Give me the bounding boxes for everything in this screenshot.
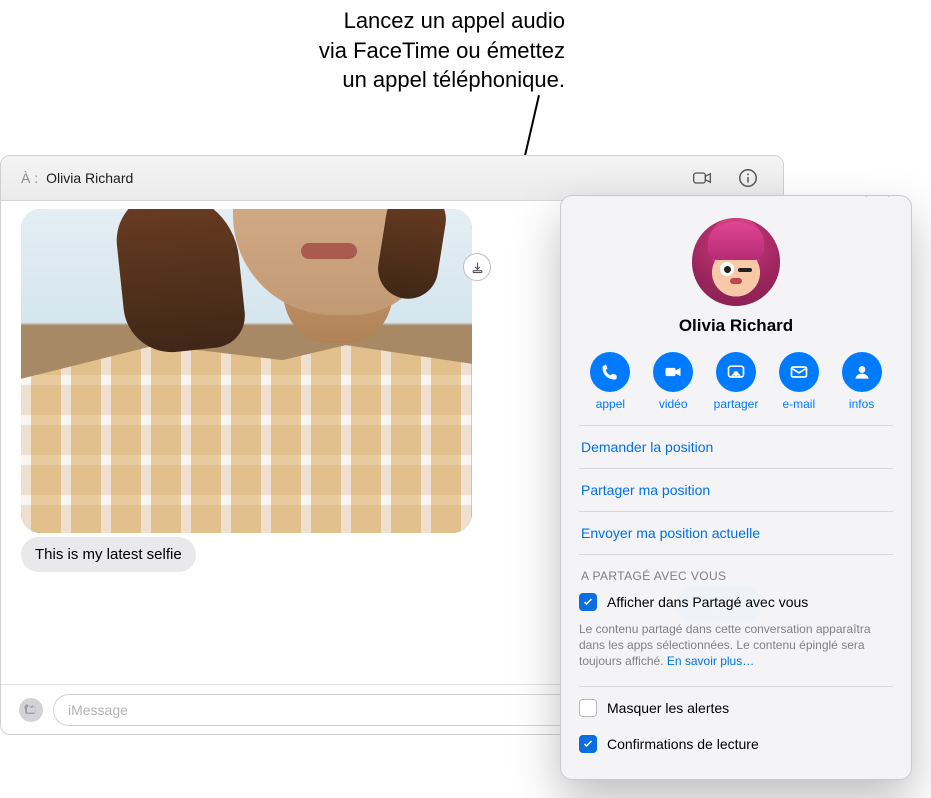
annotation-line1: Lancez un appel audio [225, 6, 565, 36]
show-in-shared-label: Afficher dans Partagé avec vous [607, 594, 808, 610]
learn-more-link[interactable]: En savoir plus… [667, 654, 754, 668]
recipient-field[interactable]: À : Olivia Richard [21, 170, 133, 186]
envelope-icon [779, 352, 819, 392]
phone-icon [590, 352, 630, 392]
details-popover: Olivia Richard appel vidéo partager [560, 195, 912, 780]
contact-actions: appel vidéo partager e-mail [579, 352, 893, 411]
checkbox-checked-icon [579, 593, 597, 611]
shareplay-icon [716, 352, 756, 392]
send-current-location-link[interactable]: Envoyer ma position actuelle [579, 512, 893, 555]
download-attachment-button[interactable] [463, 253, 491, 281]
video-icon [653, 352, 693, 392]
call-action[interactable]: appel [583, 352, 638, 411]
incoming-message-text: This is my latest selfie [35, 546, 182, 563]
read-receipts-checkbox[interactable]: Confirmations de lecture [579, 735, 893, 753]
incoming-message-bubble[interactable]: This is my latest selfie [21, 537, 196, 572]
read-receipts-label: Confirmations de lecture [607, 736, 759, 752]
share-action[interactable]: partager [709, 352, 764, 411]
hide-alerts-label: Masquer les alertes [607, 700, 729, 716]
location-links: Demander la position Partager ma positio… [579, 425, 893, 555]
email-action[interactable]: e-mail [771, 352, 826, 411]
checkbox-unchecked-icon [579, 699, 597, 717]
annotation-line3: un appel téléphonique. [225, 65, 565, 95]
apps-button[interactable] [19, 698, 43, 722]
email-label: e-mail [782, 397, 815, 411]
to-label: À : [21, 170, 38, 186]
annotation-line2: via FaceTime ou émettez [225, 36, 565, 66]
annotation-callout: Lancez un appel audio via FaceTime ou ém… [225, 6, 565, 95]
divider [579, 686, 893, 687]
facetime-video-icon[interactable] [689, 168, 715, 188]
shared-section-title: A PARTAGÉ AVEC VOUS [581, 569, 891, 583]
video-label: vidéo [659, 397, 688, 411]
request-location-link[interactable]: Demander la position [579, 426, 893, 469]
share-label: partager [714, 397, 759, 411]
show-in-shared-checkbox[interactable]: Afficher dans Partagé avec vous [579, 593, 893, 611]
shared-helper-text: Le contenu partagé dans cette conversati… [579, 621, 893, 670]
to-name: Olivia Richard [46, 170, 133, 186]
hide-alerts-checkbox[interactable]: Masquer les alertes [579, 699, 893, 717]
checkbox-checked-icon [579, 735, 597, 753]
info-label: infos [849, 397, 874, 411]
person-icon [842, 352, 882, 392]
share-my-location-link[interactable]: Partager ma position [579, 469, 893, 512]
incoming-photo-attachment[interactable] [21, 209, 472, 533]
call-label: appel [596, 397, 625, 411]
details-info-icon[interactable] [737, 167, 759, 189]
info-action[interactable]: infos [834, 352, 889, 411]
contact-avatar[interactable] [692, 218, 780, 306]
contact-name: Olivia Richard [579, 316, 893, 336]
video-action[interactable]: vidéo [646, 352, 701, 411]
